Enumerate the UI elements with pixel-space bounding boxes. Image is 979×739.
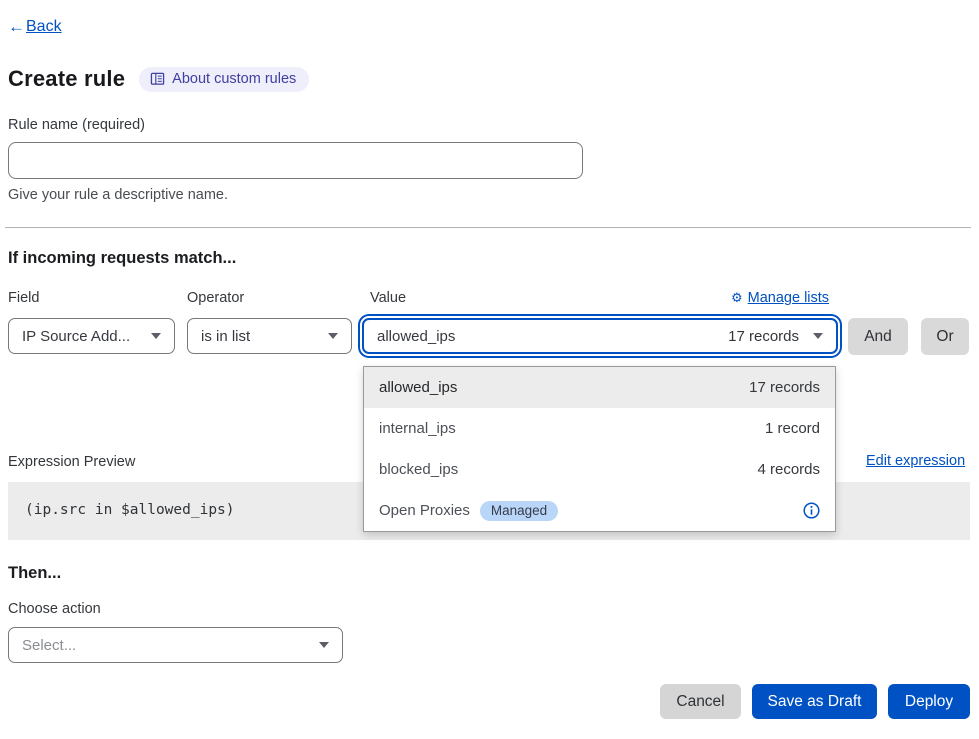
list-option-count: 4 records xyxy=(757,461,820,478)
value-list-dropdown: allowed_ips 17 records internal_ips 1 re… xyxy=(363,366,836,532)
back-arrow-icon: ← xyxy=(8,17,25,37)
field-select-value: IP Source Add... xyxy=(22,328,130,345)
action-select-placeholder: Select... xyxy=(22,637,76,654)
list-option-name: internal_ips xyxy=(379,420,456,437)
choose-action-label: Choose action xyxy=(8,601,101,617)
value-select[interactable]: allowed_ips 17 records xyxy=(362,318,838,354)
chevron-down-icon xyxy=(151,333,161,339)
field-label: Field xyxy=(8,290,39,306)
rule-name-help-text: Give your rule a descriptive name. xyxy=(8,187,228,203)
title-row: Create rule About custom rules xyxy=(8,66,309,92)
operator-label: Operator xyxy=(187,290,244,306)
manage-lists-label: Manage lists xyxy=(748,290,829,306)
operator-select-value: is in list xyxy=(201,328,250,345)
back-link[interactable]: ← Back xyxy=(8,17,62,37)
value-label: Value xyxy=(370,290,406,306)
list-option-internal-ips[interactable]: internal_ips 1 record xyxy=(364,408,835,449)
list-option-allowed-ips[interactable]: allowed_ips 17 records xyxy=(364,367,835,408)
list-option-blocked-ips[interactable]: blocked_ips 4 records xyxy=(364,449,835,490)
action-select[interactable]: Select... xyxy=(8,627,343,663)
value-select-count: 17 records xyxy=(728,328,799,345)
managed-badge: Managed xyxy=(480,501,558,521)
list-option-name: blocked_ips xyxy=(379,461,458,478)
list-option-name: allowed_ips xyxy=(379,379,457,396)
value-select-name: allowed_ips xyxy=(377,328,455,345)
info-icon[interactable] xyxy=(803,502,820,519)
rule-name-label: Rule name (required) xyxy=(8,117,145,133)
rule-name-input[interactable] xyxy=(8,142,583,179)
list-option-open-proxies[interactable]: Open Proxies Managed xyxy=(364,490,835,531)
expression-code: (ip.src in $allowed_ips) xyxy=(25,502,235,518)
page-title: Create rule xyxy=(8,66,125,92)
save-as-draft-button[interactable]: Save as Draft xyxy=(752,684,877,719)
list-option-name: Open Proxies xyxy=(379,502,470,519)
section-divider xyxy=(5,227,971,228)
field-select[interactable]: IP Source Add... xyxy=(8,318,175,354)
expression-preview-label: Expression Preview xyxy=(8,454,135,470)
edit-expression-link[interactable]: Edit expression xyxy=(866,453,965,469)
chevron-down-icon xyxy=(319,642,329,648)
deploy-button[interactable]: Deploy xyxy=(888,684,970,719)
list-option-count: 1 record xyxy=(765,420,820,437)
manage-lists-link[interactable]: ⚙ Manage lists xyxy=(731,290,829,306)
create-rule-page: ← Back Create rule About custom rules Ru… xyxy=(0,0,979,739)
and-button[interactable]: And xyxy=(848,318,908,355)
about-custom-rules-link[interactable]: About custom rules xyxy=(139,67,309,92)
then-section-heading: Then... xyxy=(8,564,61,583)
match-section-heading: If incoming requests match... xyxy=(8,249,236,268)
list-option-count: 17 records xyxy=(749,379,820,396)
about-custom-rules-label: About custom rules xyxy=(172,71,296,87)
operator-select[interactable]: is in list xyxy=(187,318,352,354)
cancel-button[interactable]: Cancel xyxy=(660,684,741,719)
book-icon xyxy=(150,72,165,86)
or-button[interactable]: Or xyxy=(921,318,969,355)
back-link-label: Back xyxy=(26,18,62,36)
chevron-down-icon xyxy=(813,333,823,339)
chevron-down-icon xyxy=(328,333,338,339)
gear-icon: ⚙ xyxy=(731,290,743,306)
